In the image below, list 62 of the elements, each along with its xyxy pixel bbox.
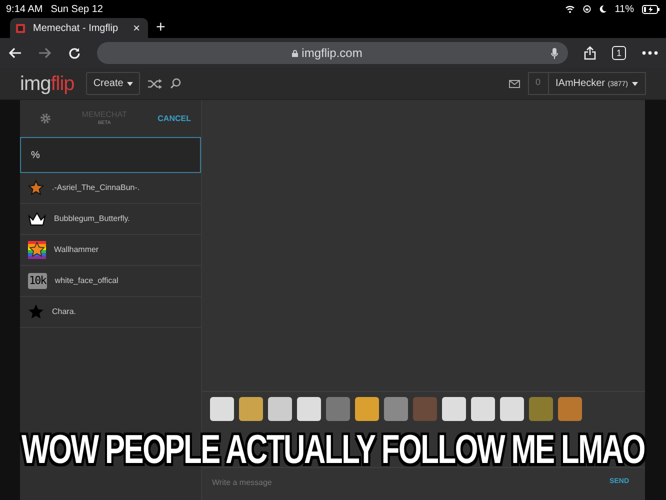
username: Bubblegum_Butterfly. <box>54 213 130 225</box>
meme-caption: WOW PEOPLE ACTUALLY FOLLOW ME LMAO <box>21 430 645 472</box>
site-logo[interactable]: imgflip <box>20 68 74 98</box>
battery-percent: 11% <box>614 2 634 16</box>
cancel-link[interactable]: CANCEL <box>158 112 191 124</box>
user-list-item[interactable]: Chara. <box>20 297 201 328</box>
user-list-item[interactable]: .-Asriel_The_CinnaBun-. <box>20 173 201 204</box>
caret-icon <box>632 82 638 86</box>
battery-icon <box>642 4 660 14</box>
meme-thumbnail[interactable] <box>384 396 408 420</box>
meme-thumbnail[interactable] <box>413 396 437 420</box>
meme-thumbnail[interactable] <box>500 396 524 420</box>
settings-icon[interactable] <box>40 113 51 124</box>
user-list-item[interactable]: Wallhammer <box>20 235 201 266</box>
reload-icon[interactable] <box>68 46 81 60</box>
message-field[interactable]: Write a message <box>210 476 610 490</box>
username: white_face_offical <box>54 275 118 287</box>
url-text: imgflip.com <box>302 45 362 62</box>
microphone-icon[interactable] <box>551 48 558 58</box>
caret-icon <box>127 82 134 86</box>
rainbow-star-icon <box>28 241 46 259</box>
forward-icon[interactable] <box>38 47 52 59</box>
new-tab-button[interactable]: + <box>148 20 174 36</box>
rotation-lock-icon <box>582 5 591 13</box>
status-time: 9:14 AM <box>6 2 43 16</box>
meme-thumbnail[interactable] <box>239 396 263 420</box>
browser-tab[interactable]: Memechat - Imgflip × <box>10 18 148 38</box>
tab-title: Memechat - Imgflip <box>33 22 120 36</box>
search-field[interactable]: % <box>20 137 201 173</box>
meme-thumbnail[interactable] <box>326 396 350 420</box>
meme-thumbnail[interactable] <box>529 396 553 420</box>
crown-icon <box>28 212 46 226</box>
meme-thumbnail[interactable] <box>558 396 582 420</box>
meme-thumbnail[interactable] <box>442 396 466 420</box>
username: .-Asriel_The_CinnaBun-. <box>52 182 140 194</box>
favicon-icon <box>16 24 25 32</box>
username: Wallhammer <box>54 244 99 256</box>
meme-thumbnail[interactable] <box>355 396 379 420</box>
mail-icon[interactable] <box>508 80 520 88</box>
rank-label: 10k <box>28 272 47 290</box>
more-icon[interactable] <box>642 51 658 55</box>
share-icon[interactable] <box>584 46 596 60</box>
lock-icon <box>292 50 298 56</box>
create-dropdown[interactable]: Create <box>86 72 140 95</box>
user-list-item[interactable]: 10k white_face_offical <box>20 266 201 297</box>
search-icon[interactable] <box>170 78 182 89</box>
meme-thumbnail[interactable] <box>210 396 234 420</box>
wifi-icon <box>564 5 575 13</box>
moon-icon <box>598 5 607 13</box>
meme-thumbnail[interactable] <box>297 396 321 420</box>
shuffle-icon[interactable] <box>148 78 162 88</box>
meme-thumbnail[interactable] <box>268 396 292 420</box>
status-date: Sun Sep 12 <box>50 2 103 16</box>
address-bar[interactable]: imgflip.com <box>97 42 568 64</box>
tab-count-button[interactable]: 1 <box>612 46 626 60</box>
star-icon <box>28 304 44 320</box>
meme-thumbnail[interactable] <box>471 396 495 420</box>
star-icon <box>28 180 44 196</box>
user-list-item[interactable]: Bubblegum_Butterfly. <box>20 204 201 235</box>
back-icon[interactable] <box>8 47 22 59</box>
username: Chara. <box>52 306 76 318</box>
tab-close-button[interactable]: × <box>130 22 142 34</box>
